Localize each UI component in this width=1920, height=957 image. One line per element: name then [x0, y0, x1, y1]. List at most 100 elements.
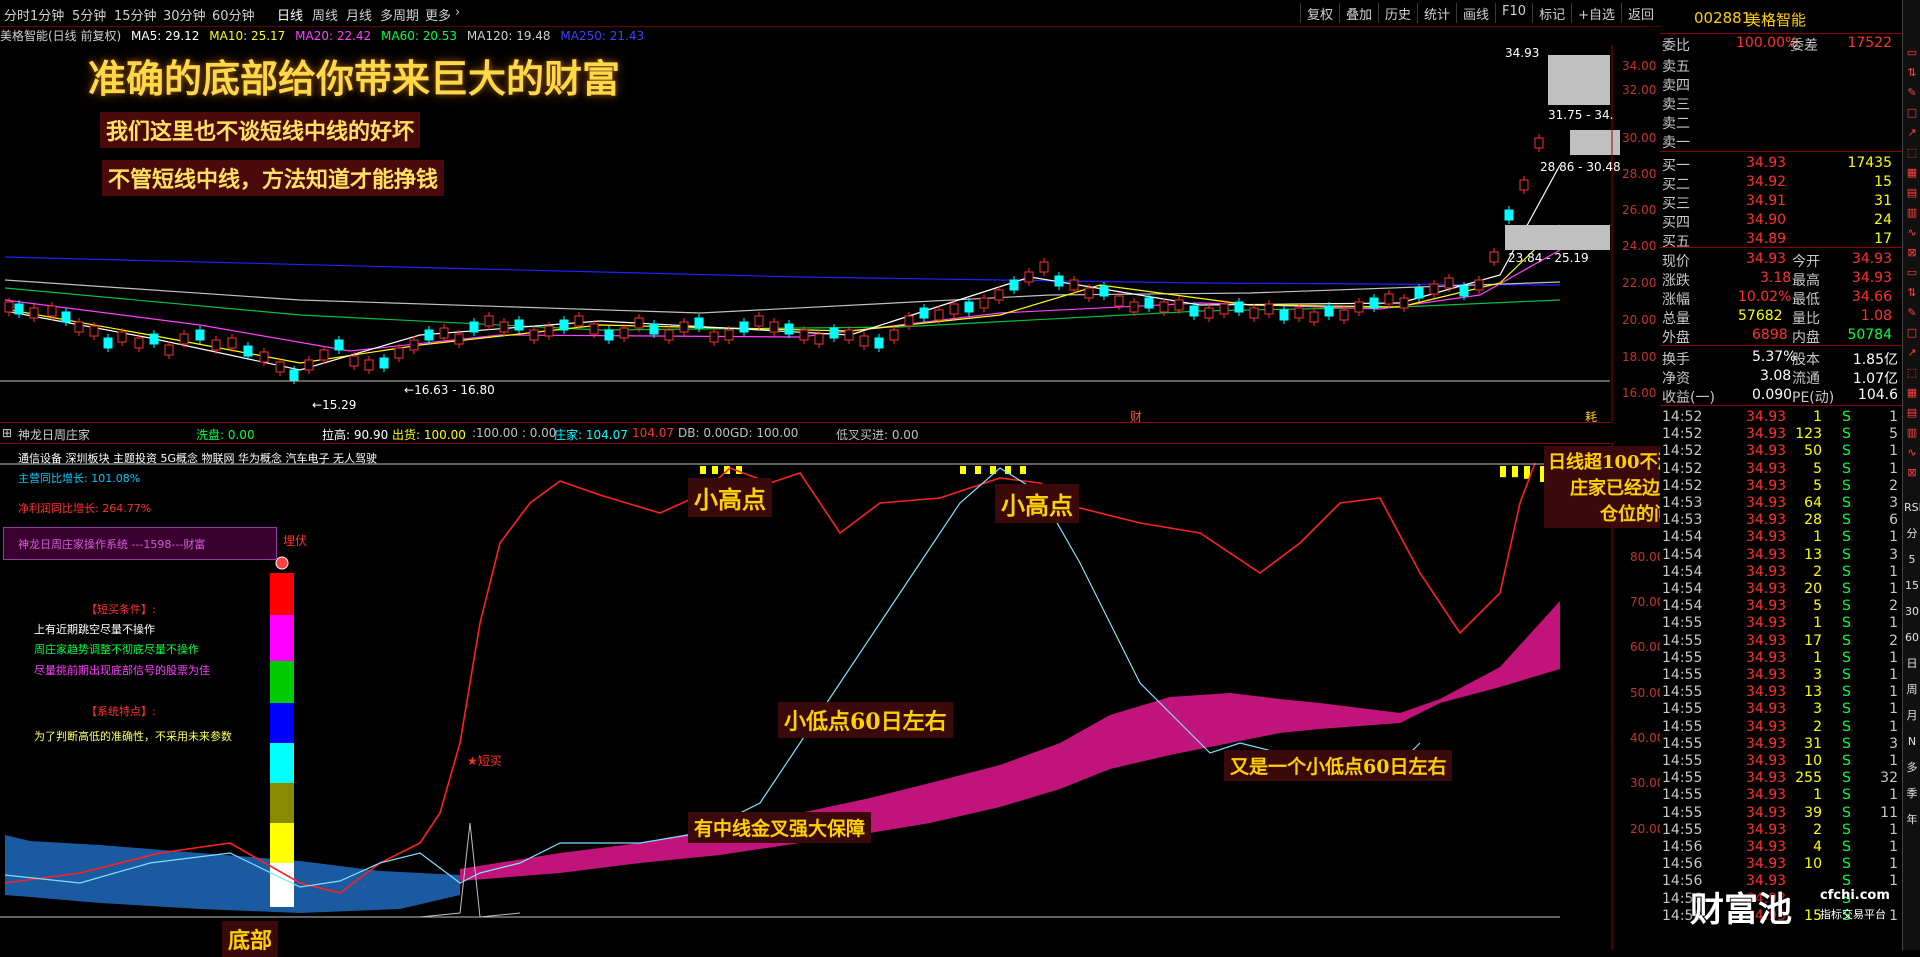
tool-icon[interactable]: □: [1904, 325, 1920, 341]
candle-body: [1099, 285, 1109, 297]
tick-s: S: [1842, 856, 1851, 873]
period-icon-RSI[interactable]: RSI: [1904, 500, 1920, 516]
tool-icon[interactable]: ▭: [1904, 45, 1920, 61]
candle-body: [799, 329, 809, 341]
tick-row: 14:52 34.93 1 S 1: [1660, 408, 1902, 427]
tick-s: S: [1842, 770, 1851, 787]
tool-icon[interactable]: ⊠: [1904, 245, 1920, 261]
tool-icon[interactable]: ⬚: [1904, 365, 1920, 381]
tick-t: 14:55: [1662, 718, 1703, 735]
tool-icon[interactable]: ▭: [1904, 265, 1920, 281]
candle-body: [1084, 287, 1094, 299]
tool-icon[interactable]: ▦: [1904, 385, 1920, 401]
tick-n: 1: [1889, 856, 1898, 873]
tick-row: 14:55 34.93 3 S 1: [1660, 666, 1902, 685]
tab-more[interactable]: 更多: [425, 5, 451, 24]
fuquan-button[interactable]: 复权: [1299, 3, 1339, 23]
tick-v: 64: [1804, 495, 1822, 511]
candle-body: [227, 337, 237, 349]
tool-icon[interactable]: ▤: [1904, 185, 1920, 201]
tick-row: 14:55 34.93 13 S 1: [1660, 683, 1902, 702]
signal-bar-segment: [270, 573, 294, 615]
tick-n: 6: [1889, 512, 1898, 529]
misc-value: :100.00 : 0.00: [472, 426, 557, 440]
tab-period[interactable]: 分时: [4, 5, 30, 24]
tab-period[interactable]: 1分钟: [30, 5, 64, 24]
tab-period[interactable]: 周线: [312, 5, 338, 24]
tool-icon[interactable]: ∿: [1904, 225, 1920, 241]
stat-value: 34.93: [1851, 251, 1892, 267]
overlay-button[interactable]: 叠加: [1338, 3, 1378, 23]
draw-button[interactable]: 画线: [1456, 3, 1495, 23]
tool-icon[interactable]: ↗: [1904, 125, 1920, 141]
tab-period-daily[interactable]: 日线: [277, 5, 303, 24]
tick-row: 14:55 34.93 1 S 1: [1660, 614, 1902, 633]
period-icon-年[interactable]: 年: [1904, 812, 1920, 828]
tick-s: S: [1842, 460, 1851, 477]
subline-1: 我们这里也不谈短线中线的好坏: [100, 112, 421, 148]
period-icon-30[interactable]: 30: [1904, 604, 1920, 620]
tool-icon[interactable]: ↗: [1904, 345, 1920, 361]
tick-v: 13: [1804, 684, 1822, 701]
buy-label: 买一: [1662, 158, 1690, 174]
period-icon-季[interactable]: 季: [1904, 786, 1920, 802]
candle-body: [889, 329, 899, 341]
stats-button[interactable]: 统计: [1417, 3, 1456, 23]
period-icon-周[interactable]: 周: [1904, 682, 1920, 698]
tab-period[interactable]: 15分钟: [114, 5, 157, 24]
period-icon-多[interactable]: 多: [1904, 760, 1920, 776]
tab-period[interactable]: 5分钟: [72, 5, 106, 24]
tick-n: 1: [1889, 615, 1898, 632]
period-icon-日[interactable]: 日: [1904, 656, 1920, 672]
axis-tick: 28.00: [1622, 167, 1657, 181]
tool-icon[interactable]: ✎: [1904, 85, 1920, 101]
tool-icon[interactable]: ∿: [1904, 445, 1920, 461]
tool-icon[interactable]: ✎: [1904, 305, 1920, 321]
low-value: 15.29: [322, 398, 357, 412]
indicator-name[interactable]: 神龙日周庄家: [18, 426, 90, 443]
annotation-low-1: 小低点60日左右: [778, 702, 953, 738]
tick-p: 34.93: [1746, 821, 1787, 838]
tick-n: 1: [1889, 529, 1898, 546]
indicator-chart[interactable]: [0, 443, 1660, 950]
period-icon-分[interactable]: 分: [1904, 526, 1920, 542]
tool-icon[interactable]: ▥: [1904, 205, 1920, 221]
candle-body: [739, 321, 749, 333]
history-button[interactable]: 历史: [1377, 3, 1417, 23]
tick-row: 14:53 34.93 28 S 6: [1660, 511, 1902, 530]
tool-icon[interactable]: □: [1904, 105, 1920, 121]
tool-icon[interactable]: ⊠: [1904, 465, 1920, 481]
tool-icon-bar: ▭ ⇅ ✎ □ ↗ ⬚ ▦ ▤ ▥ ∿ ⊠ ▭ ⇅ ✎ □ ↗ ⬚ ▦ ▤ ▥ ∿ ⊠ RSI 分 5 15 30 60 日周月N多季年: [1902, 0, 1920, 950]
tool-icon[interactable]: ⇅: [1904, 65, 1920, 81]
chevron-right-icon[interactable]: ›: [455, 5, 460, 20]
tab-period[interactable]: 30分钟: [163, 5, 206, 24]
sell-row: 卖三: [1660, 93, 1902, 113]
tool-icon[interactable]: ⬚: [1904, 145, 1920, 161]
period-icon-月[interactable]: 月: [1904, 708, 1920, 724]
low-value: 16.63 - 16.80: [414, 383, 495, 397]
tool-icon[interactable]: ▤: [1904, 405, 1920, 421]
tool-icon[interactable]: ▥: [1904, 425, 1920, 441]
expand-icon[interactable]: ⊞: [2, 426, 12, 440]
f10-button[interactable]: F10: [1495, 3, 1532, 23]
period-icon-60[interactable]: 60: [1904, 630, 1920, 646]
tool-icon[interactable]: ▦: [1904, 165, 1920, 181]
tick-p: 34.93: [1746, 753, 1787, 769]
arrow-left-icon: ←: [312, 398, 323, 412]
back-button[interactable]: 返回: [1620, 3, 1660, 23]
tab-period[interactable]: 多周期: [380, 5, 419, 24]
tool-icon[interactable]: ⇅: [1904, 285, 1920, 301]
period-icon-5[interactable]: 5: [1904, 552, 1920, 568]
feature-item: 为了判断高低的准确性，不采用未来参数: [34, 730, 232, 743]
condition-item: 尽量挑前期出现底部信号的股票为佳: [34, 664, 210, 677]
tab-period[interactable]: 60分钟: [212, 5, 255, 24]
tab-period[interactable]: 月线: [346, 5, 372, 24]
tick-p: 34.93: [1746, 839, 1787, 855]
period-icon-N[interactable]: N: [1904, 734, 1920, 750]
period-icon-15[interactable]: 15: [1904, 578, 1920, 594]
mark-button[interactable]: 标记: [1532, 3, 1571, 23]
buy-label: 买五: [1662, 234, 1690, 250]
add-watchlist-button[interactable]: +自选: [1571, 3, 1621, 23]
candle-body: [1429, 283, 1439, 295]
tick-list[interactable]: 14:52 34.93 1 S 1 14:52 34.93 123 S 5 14:52 34.93 50…: [1660, 405, 1902, 951]
